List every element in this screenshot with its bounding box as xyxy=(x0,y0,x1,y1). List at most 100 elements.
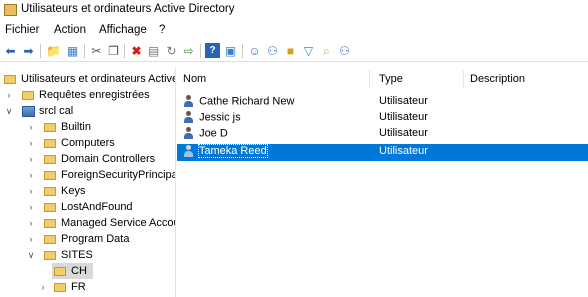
show-hide-tree-icon[interactable]: ▦ xyxy=(65,43,80,58)
tree-item-label: SITES xyxy=(61,249,93,261)
folder-icon xyxy=(44,170,56,180)
menu-fichier[interactable]: Fichier xyxy=(5,24,40,36)
user-icon xyxy=(183,145,194,158)
tree-item-label: srcl cal xyxy=(39,105,74,117)
up-folder-icon[interactable]: 📁 xyxy=(46,43,61,58)
ou-folder-icon xyxy=(54,282,66,292)
tree-item-label: Computers xyxy=(61,137,115,149)
folder-icon xyxy=(44,234,56,244)
user-icon xyxy=(183,111,194,124)
column-header-type[interactable]: Type xyxy=(379,70,464,88)
chevron-right-icon[interactable]: › xyxy=(26,122,36,132)
forward-arrow-icon[interactable]: ➡ xyxy=(21,43,36,58)
ou-folder-icon xyxy=(44,250,56,260)
folder-icon xyxy=(22,90,34,100)
tree-root-label: Utilisateurs et ordinateurs Active xyxy=(21,73,176,85)
title-bar: Utilisateurs et ordinateurs Active Direc… xyxy=(0,0,588,20)
folder-icon xyxy=(44,122,56,132)
tree-item-domain[interactable]: ∨ srcl cal xyxy=(4,103,74,119)
chevron-right-icon[interactable]: › xyxy=(26,154,36,164)
tree-item-computers[interactable]: › Computers xyxy=(26,135,115,151)
filter-icon[interactable]: ▽ xyxy=(301,43,316,58)
tree-item-label: ForeignSecurityPrincipals xyxy=(61,169,176,181)
cut-icon[interactable]: ✂ xyxy=(89,43,104,58)
menu-affichage[interactable]: Affichage xyxy=(99,24,147,36)
ou-folder-icon xyxy=(44,154,56,164)
tree-root[interactable]: Utilisateurs et ordinateurs Active xyxy=(4,71,176,87)
row-name: Tameka Reed xyxy=(197,144,268,159)
chevron-right-icon[interactable]: › xyxy=(26,170,36,180)
tree-item-lost-and-found[interactable]: › LostAndFound xyxy=(26,199,133,215)
ou-folder-icon xyxy=(54,266,66,276)
table-row[interactable]: Joe D Utilisateur xyxy=(177,126,588,142)
back-arrow-icon[interactable]: ⬅ xyxy=(3,43,18,58)
tree-item-label: Builtin xyxy=(61,121,91,133)
folder-icon xyxy=(44,202,56,212)
row-name: Joe D xyxy=(199,127,228,140)
menu-action[interactable]: Action xyxy=(54,24,86,36)
chevron-right-icon[interactable]: › xyxy=(26,234,36,244)
tree-item-program-data[interactable]: › Program Data xyxy=(26,231,130,247)
copy-icon[interactable]: ❐ xyxy=(106,43,121,58)
export-icon[interactable]: ⇨ xyxy=(181,43,196,58)
chevron-right-icon[interactable]: › xyxy=(26,202,36,212)
folder-icon xyxy=(44,186,56,196)
chevron-down-icon[interactable]: ∨ xyxy=(4,106,14,117)
tree-item-label: Program Data xyxy=(61,233,130,245)
help-icon[interactable]: ? xyxy=(205,43,220,58)
tree-item-label: CH xyxy=(71,265,87,277)
menu-help[interactable]: ? xyxy=(159,24,165,36)
tree-item-label: Managed Service Accour xyxy=(61,217,176,229)
tree-item-keys[interactable]: › Keys xyxy=(26,183,86,199)
tree-item-label: Domain Controllers xyxy=(61,153,156,165)
row-name: Cathe Richard New xyxy=(199,95,295,108)
new-user-icon[interactable]: ☺ xyxy=(247,43,262,58)
folder-icon xyxy=(44,218,56,228)
ad-folder-icon xyxy=(4,4,17,16)
tree-item-label: LostAndFound xyxy=(61,201,133,213)
ad-root-icon xyxy=(4,74,16,84)
user-icon xyxy=(183,95,194,108)
delete-icon[interactable]: ✖ xyxy=(129,43,144,58)
new-group-icon[interactable]: ⚇ xyxy=(265,43,280,58)
table-row-selected[interactable]: Tameka Reed Utilisateur xyxy=(177,144,588,161)
tree-item-label: Keys xyxy=(61,185,86,197)
chevron-right-icon[interactable]: › xyxy=(26,138,36,148)
row-type: Utilisateur xyxy=(379,95,428,107)
domain-icon xyxy=(22,105,35,117)
tree-item-domain-controllers[interactable]: › Domain Controllers xyxy=(26,151,156,167)
column-header-name[interactable]: Nom xyxy=(183,70,370,88)
chevron-right-icon[interactable]: › xyxy=(4,90,14,100)
tree-item-builtin[interactable]: › Builtin xyxy=(26,119,91,135)
tree-item-label: FR xyxy=(71,281,86,293)
column-header-description[interactable]: Description xyxy=(470,70,580,88)
table-row[interactable]: Jessic js Utilisateur xyxy=(177,110,588,126)
refresh-icon[interactable]: ↻ xyxy=(164,43,179,58)
chevron-down-icon[interactable]: ∨ xyxy=(26,250,36,261)
tree-item-ch[interactable]: CH xyxy=(52,263,93,279)
properties-icon[interactable]: ▤ xyxy=(146,43,161,58)
toolbar: ⬅ ➡ 📁 ▦ ✂ ❐ ✖ ▤ ↻ ⇨ ? ▣ ☺ ⚇ ■ ▽ ⌕ ⚇ xyxy=(0,41,588,62)
chevron-right-icon[interactable]: › xyxy=(26,218,36,228)
tree-item-sites[interactable]: ∨ SITES xyxy=(26,247,93,263)
row-type: Utilisateur xyxy=(379,111,428,123)
chevron-right-icon[interactable]: › xyxy=(26,186,36,196)
chevron-right-icon[interactable]: › xyxy=(38,282,48,292)
row-type: Utilisateur xyxy=(379,127,428,139)
add-to-group-icon[interactable]: ⚇ xyxy=(337,43,352,58)
row-type: Utilisateur xyxy=(379,145,428,157)
menu-bar: Fichier Action Affichage ? xyxy=(0,22,588,40)
table-row[interactable]: Cathe Richard New Utilisateur xyxy=(177,94,588,110)
view-icon[interactable]: ▣ xyxy=(223,43,238,58)
tree-item-foreign-security-principals[interactable]: › ForeignSecurityPrincipals xyxy=(26,167,176,183)
tree-item-saved-queries[interactable]: › Requêtes enregistrées xyxy=(4,87,150,103)
tree-item-fr[interactable]: › FR xyxy=(38,279,86,295)
tree-item-managed-service-accounts[interactable]: › Managed Service Accour xyxy=(26,215,176,231)
tree-item-label: Requêtes enregistrées xyxy=(39,89,150,101)
tree-pane: Utilisateurs et ordinateurs Active › Req… xyxy=(0,68,176,297)
find-icon[interactable]: ⌕ xyxy=(319,43,334,58)
window-title: Utilisateurs et ordinateurs Active Direc… xyxy=(21,3,235,15)
new-ou-icon[interactable]: ■ xyxy=(283,43,298,58)
user-icon xyxy=(183,127,194,140)
row-name: Jessic js xyxy=(199,111,241,124)
